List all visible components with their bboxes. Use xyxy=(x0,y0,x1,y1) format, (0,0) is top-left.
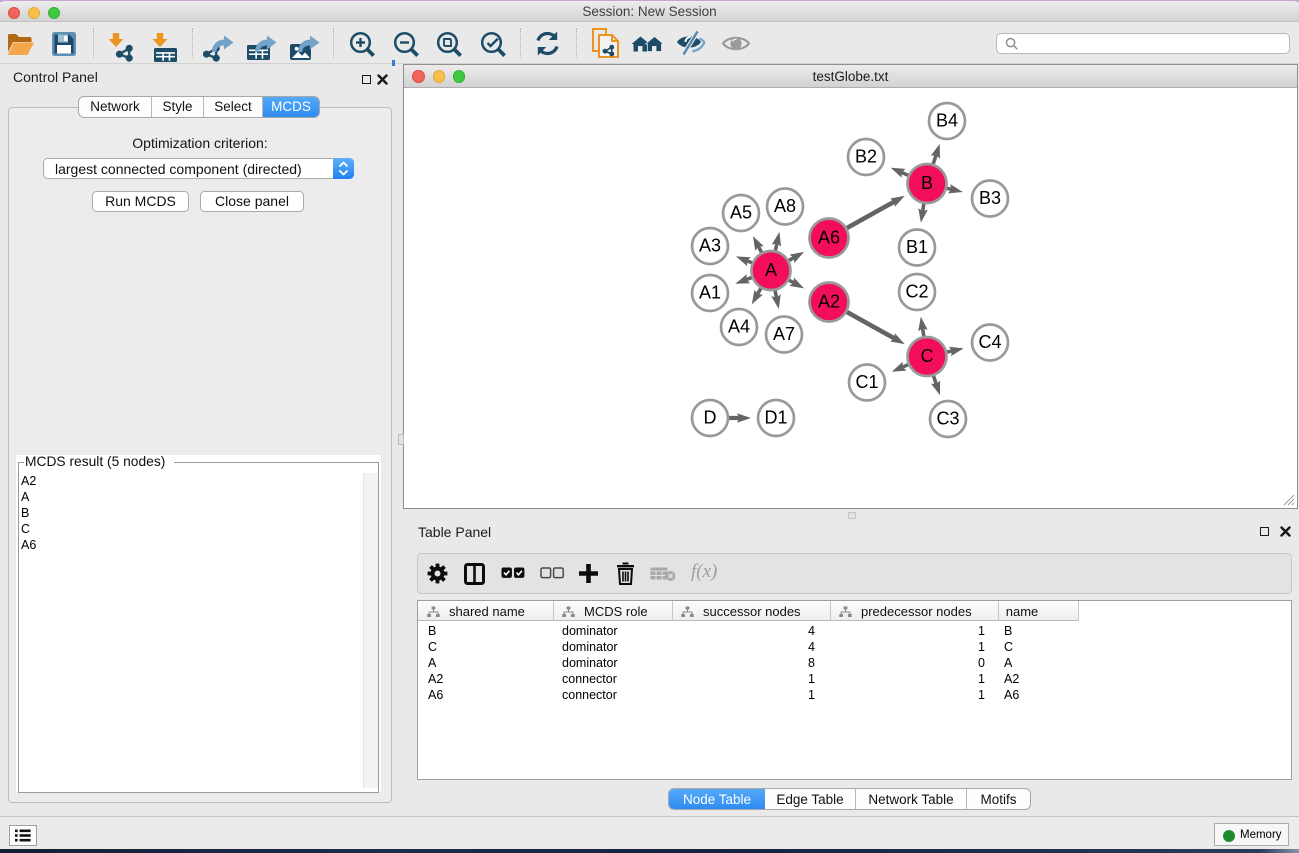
svg-text:A1: A1 xyxy=(699,283,721,303)
svg-text:C4: C4 xyxy=(978,332,1001,352)
svg-text:B: B xyxy=(921,173,933,193)
svg-text:A3: A3 xyxy=(699,236,721,256)
svg-text:A2: A2 xyxy=(818,292,840,312)
svg-text:C1: C1 xyxy=(855,372,878,392)
svg-text:D1: D1 xyxy=(764,408,787,428)
svg-text:A: A xyxy=(765,260,777,280)
svg-text:B3: B3 xyxy=(979,188,1001,208)
svg-text:C2: C2 xyxy=(905,282,928,302)
svg-text:A5: A5 xyxy=(730,203,752,223)
svg-text:B4: B4 xyxy=(936,111,958,131)
svg-text:A4: A4 xyxy=(728,317,750,337)
svg-text:B2: B2 xyxy=(855,147,877,167)
svg-text:D: D xyxy=(704,408,717,428)
svg-text:A8: A8 xyxy=(774,196,796,216)
svg-text:A6: A6 xyxy=(818,228,840,248)
svg-text:A7: A7 xyxy=(773,324,795,344)
svg-text:C: C xyxy=(921,346,934,366)
svg-text:C3: C3 xyxy=(936,409,959,429)
svg-text:B1: B1 xyxy=(906,237,928,257)
